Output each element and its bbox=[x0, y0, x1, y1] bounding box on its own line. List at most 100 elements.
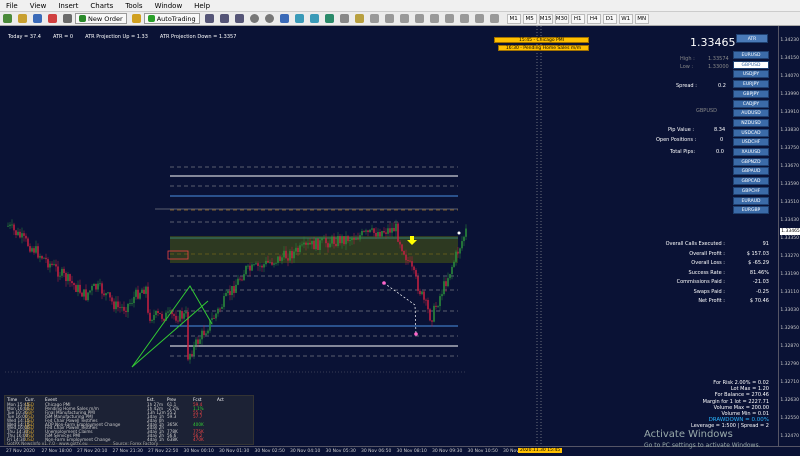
current-price-tag: 1.33465 bbox=[780, 228, 800, 235]
label-button[interactable] bbox=[488, 13, 501, 25]
candle-body bbox=[197, 339, 199, 344]
metaeditor-button[interactable] bbox=[130, 13, 143, 25]
trendline-button[interactable] bbox=[428, 13, 441, 25]
period-button[interactable] bbox=[338, 13, 351, 25]
terminal-button[interactable] bbox=[61, 13, 74, 25]
stat-label: Overall Profit : bbox=[689, 250, 725, 257]
time-tick: 30 Nov 05:30 bbox=[325, 449, 356, 454]
stat-value: 81.46% bbox=[749, 269, 769, 276]
timeframe-m30[interactable]: M30 bbox=[554, 13, 569, 24]
symbol-button-usdcad[interactable]: USDCAD bbox=[733, 128, 769, 137]
new-chart-button[interactable] bbox=[1, 13, 14, 25]
risk-line: For Balance = 270.46 bbox=[714, 392, 769, 399]
indicators-button[interactable] bbox=[323, 13, 336, 25]
menu-view[interactable]: View bbox=[24, 2, 53, 10]
template-icon bbox=[354, 14, 364, 23]
vline-button[interactable] bbox=[398, 13, 411, 25]
news-event-label[interactable]: 15:45 - Chicago PMI bbox=[494, 37, 589, 43]
timeframe-w1[interactable]: W1 bbox=[618, 13, 633, 24]
candle-body bbox=[27, 238, 29, 247]
menu-tools[interactable]: Tools bbox=[119, 2, 148, 10]
price-tick: 1.33350 bbox=[780, 236, 799, 241]
symbol-button-gbpchf[interactable]: GBPCHF bbox=[733, 186, 769, 195]
candle-body bbox=[367, 230, 369, 233]
tile-button[interactable] bbox=[278, 13, 291, 25]
autotrading-button[interactable]: AutoTrading bbox=[143, 13, 200, 24]
bar-chart-button[interactable] bbox=[203, 13, 216, 25]
zoom-out-icon bbox=[264, 14, 274, 23]
candle-body bbox=[321, 238, 323, 241]
symbol-button-eurusd[interactable]: EURUSD bbox=[733, 51, 769, 59]
candle-body bbox=[323, 237, 325, 239]
new-order-button[interactable]: New Order bbox=[75, 13, 127, 24]
candle-body bbox=[231, 286, 233, 296]
symbol-button-usdchf[interactable]: USDCHF bbox=[733, 138, 769, 147]
symbol-button-usdjpy[interactable]: USDJPY bbox=[733, 70, 769, 79]
news-event-label[interactable]: 16:30 - Pending Home Sales m/m bbox=[498, 45, 589, 51]
fibo-button[interactable] bbox=[458, 13, 471, 25]
timeframe-h1[interactable]: H1 bbox=[570, 13, 585, 24]
candle-body bbox=[281, 257, 283, 261]
symbol-button-gbpcad[interactable]: GBPCAD bbox=[733, 177, 769, 186]
atr-button[interactable]: ATR bbox=[736, 34, 768, 43]
menu-file[interactable]: File bbox=[0, 2, 24, 10]
candle-body bbox=[131, 303, 133, 304]
candle-body bbox=[119, 307, 121, 309]
menu-insert[interactable]: Insert bbox=[52, 2, 84, 10]
menu-window[interactable]: Window bbox=[149, 2, 189, 10]
hline-button[interactable] bbox=[413, 13, 426, 25]
menu-charts[interactable]: Charts bbox=[84, 2, 119, 10]
symbol-button-eurgbp[interactable]: EURGBP bbox=[733, 206, 769, 215]
navigator-button[interactable] bbox=[46, 13, 59, 25]
timeframe-h4[interactable]: H4 bbox=[586, 13, 601, 24]
stat-label: Net Profit : bbox=[698, 298, 725, 304]
candle-body bbox=[103, 293, 105, 296]
chart-shift-button[interactable] bbox=[308, 13, 321, 25]
candle-body bbox=[243, 274, 245, 281]
profiles-button[interactable] bbox=[16, 13, 29, 25]
symbol-button-nzdusd[interactable]: NZDUSD bbox=[733, 118, 769, 127]
timeframe-d1[interactable]: D1 bbox=[602, 13, 617, 24]
symbol-button-gbpaud[interactable]: GBPAUD bbox=[733, 167, 769, 176]
symbol-button-gbpusd[interactable]: GBPUSD bbox=[733, 60, 769, 69]
price-axis[interactable]: 1.34230 1.34150 1.34070 1.33990 1.33910 1.338… bbox=[778, 26, 800, 446]
symbol-button-eurjpy[interactable]: EURJPY bbox=[733, 80, 769, 89]
cursor-button[interactable] bbox=[368, 13, 381, 25]
symbol-button-euraud[interactable]: EURAUD bbox=[733, 196, 769, 205]
news-cell: 470K bbox=[193, 437, 204, 443]
symbol-button-gbpnzd[interactable]: GBPNZD bbox=[733, 157, 769, 166]
candle-body bbox=[317, 238, 319, 250]
signal-dot bbox=[382, 281, 386, 285]
symbol-button-gbpjpy[interactable]: GBPJPY bbox=[733, 89, 769, 98]
zoom-out-button[interactable] bbox=[263, 13, 276, 25]
menu-help[interactable]: Help bbox=[188, 2, 216, 10]
timeframe-m1[interactable]: M1 bbox=[506, 13, 521, 24]
symbol-button-xauusd[interactable]: XAUUSD bbox=[733, 148, 769, 156]
channel-button[interactable] bbox=[443, 13, 456, 25]
fibonacci-icon bbox=[459, 14, 469, 23]
text-button[interactable] bbox=[473, 13, 486, 25]
candle-body bbox=[189, 354, 191, 360]
candle-body bbox=[87, 292, 89, 301]
auto-scroll-button[interactable] bbox=[293, 13, 306, 25]
crosshair-button[interactable] bbox=[383, 13, 396, 25]
symbol-button-audusd[interactable]: AUDUSD bbox=[733, 109, 769, 118]
templates-button[interactable] bbox=[353, 13, 366, 25]
candle-body bbox=[191, 354, 193, 356]
candle-body bbox=[151, 319, 153, 321]
candle-body bbox=[149, 312, 151, 321]
candle-chart-button[interactable] bbox=[218, 13, 231, 25]
market-watch-button[interactable] bbox=[31, 13, 44, 25]
candle-body bbox=[207, 330, 209, 334]
timeframe-mn[interactable]: MN bbox=[634, 13, 649, 24]
candle-body bbox=[73, 283, 75, 286]
candle-body bbox=[375, 232, 377, 237]
line-chart-button[interactable] bbox=[233, 13, 246, 25]
timeframe-m15[interactable]: M15 bbox=[538, 13, 553, 24]
symbol-button-cadjpy[interactable]: CADJPY bbox=[733, 99, 769, 108]
timeframe-m5[interactable]: M5 bbox=[522, 13, 537, 24]
current-time-tag: 2020.11.30 15:45 bbox=[518, 448, 563, 453]
candle-body bbox=[69, 274, 71, 282]
zoom-in-button[interactable] bbox=[248, 13, 261, 25]
price-tick: 1.33110 bbox=[780, 290, 799, 295]
